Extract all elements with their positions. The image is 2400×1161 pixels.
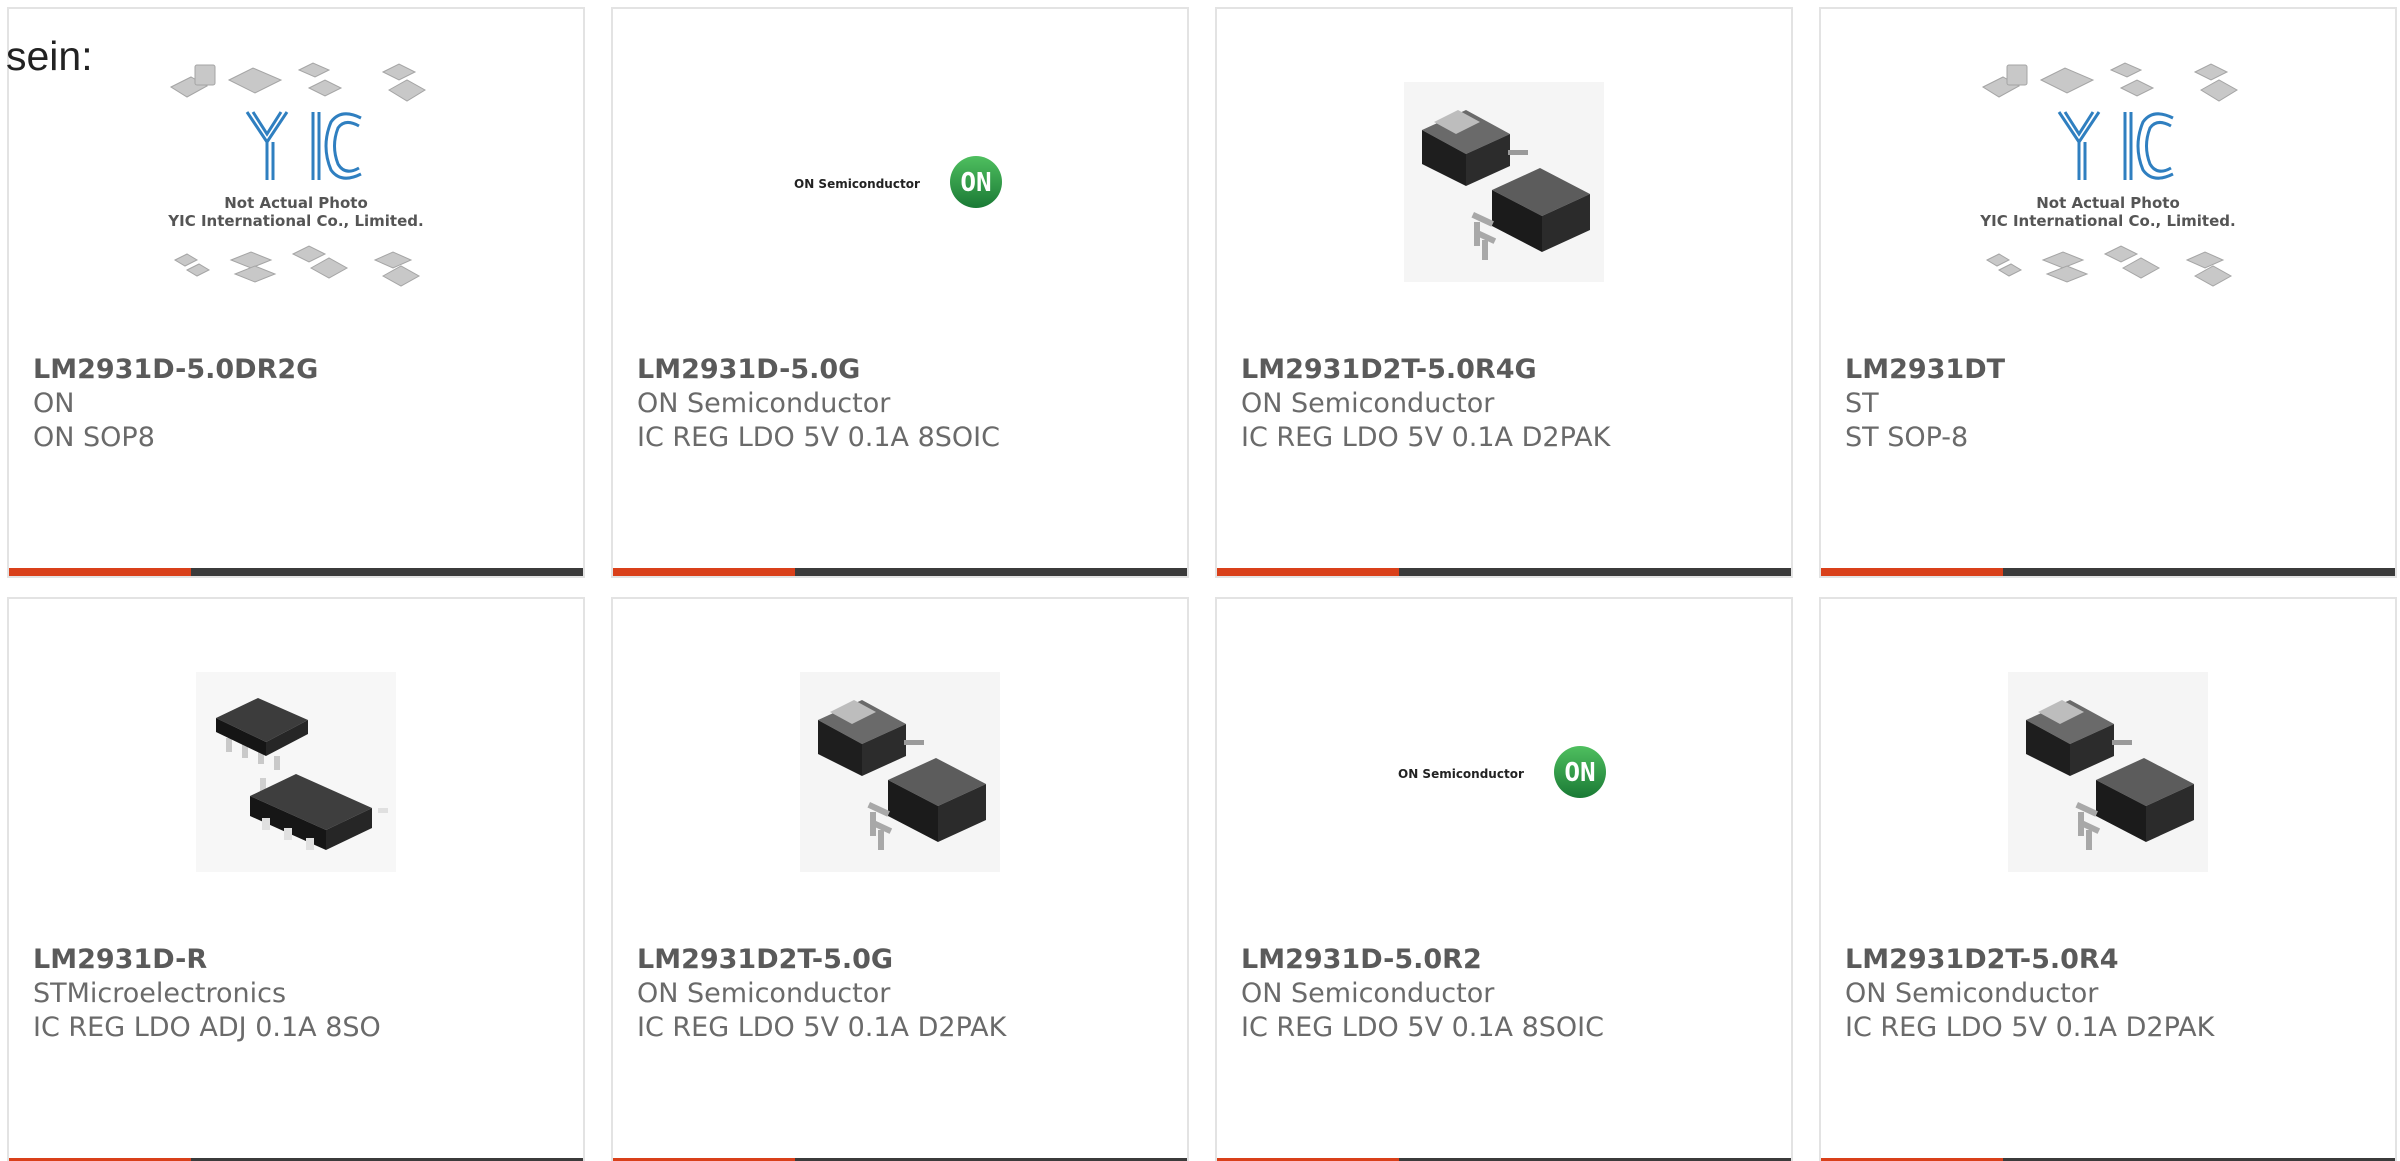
product-image bbox=[1821, 659, 2395, 885]
manufacturer: ON Semiconductor bbox=[637, 978, 891, 1009]
product-card-lm2931d2t-5-0g[interactable]: LM2931D2T-5.0G ON Semiconductor IC REG L… bbox=[611, 597, 1189, 1161]
svg-text:Not Actual Photo: Not Actual Photo bbox=[224, 194, 368, 212]
product-image bbox=[9, 659, 583, 885]
accent-bar bbox=[9, 568, 191, 576]
part-number[interactable]: LM2931D-5.0R2 bbox=[1241, 943, 1781, 977]
on-semiconductor-logo: ON Semiconductor ON bbox=[1398, 746, 1606, 798]
product-card-lm2931d-r[interactable]: LM2931D-R STMicroelectronics IC REG LDO … bbox=[7, 597, 585, 1161]
part-number[interactable]: LM2931D2T-5.0R4G bbox=[1241, 353, 1781, 387]
svg-text:ON Semiconductor: ON Semiconductor bbox=[794, 177, 920, 191]
manufacturer: ON Semiconductor bbox=[637, 388, 891, 419]
product-card-lm2931d-5-0r2[interactable]: ON Semiconductor ON LM2931D-5.0R2 ON Sem… bbox=[1215, 597, 1793, 1161]
description: IC REG LDO 5V 0.1A 8SOIC bbox=[1241, 1012, 1604, 1043]
description: IC REG LDO 5V 0.1A 8SOIC bbox=[637, 422, 1000, 453]
card-footer-bar bbox=[613, 568, 1187, 576]
product-card-lm2931d2t-5-0r4[interactable]: LM2931D2T-5.0R4 ON Semiconductor IC REG … bbox=[1819, 597, 2397, 1161]
part-number[interactable]: LM2931D2T-5.0G bbox=[637, 943, 1177, 977]
svg-text:ON Semiconductor: ON Semiconductor bbox=[1398, 767, 1524, 781]
product-image: ON Semiconductor ON bbox=[613, 69, 1187, 295]
product-card-lm2931d-5-0dr2g[interactable]: Not Actual Photo YIC International Co., … bbox=[7, 7, 585, 578]
product-card-lm2931d2t-5-0r4g[interactable]: LM2931D2T-5.0R4G ON Semiconductor IC REG… bbox=[1215, 7, 1793, 578]
svg-text:ON: ON bbox=[1564, 758, 1595, 788]
accent-bar bbox=[1217, 568, 1399, 576]
accent-bar bbox=[613, 568, 795, 576]
d2pak-chip-icon bbox=[2008, 672, 2208, 872]
manufacturer: ON Semiconductor bbox=[1845, 978, 2099, 1009]
description: IC REG LDO ADJ 0.1A 8SO bbox=[33, 1012, 381, 1043]
product-image: ON Semiconductor ON bbox=[1217, 659, 1791, 885]
part-number[interactable]: LM2931D-5.0DR2G bbox=[33, 353, 573, 387]
product-card-lm2931d-5-0g[interactable]: ON Semiconductor ON LM2931D-5.0G ON Semi… bbox=[611, 7, 1189, 578]
description: IC REG LDO 5V 0.1A D2PAK bbox=[637, 1012, 1007, 1043]
yic-placeholder-icon: Not Actual Photo YIC International Co., … bbox=[167, 62, 426, 287]
product-image: Not Actual Photo YIC International Co., … bbox=[1821, 62, 2395, 295]
part-number[interactable]: LM2931D2T-5.0R4 bbox=[1845, 943, 2385, 977]
card-footer-bar bbox=[1821, 568, 2395, 576]
page-heading: sein: bbox=[6, 33, 93, 79]
on-semiconductor-logo: ON Semiconductor ON bbox=[794, 156, 1002, 208]
description: IC REG LDO 5V 0.1A D2PAK bbox=[1845, 1012, 2215, 1043]
d2pak-chip-icon bbox=[800, 672, 1000, 872]
product-image bbox=[613, 659, 1187, 885]
d2pak-chip-icon bbox=[1404, 82, 1604, 282]
card-footer-bar bbox=[9, 568, 583, 576]
description: ST SOP-8 bbox=[1845, 422, 1969, 453]
product-card-lm2931dt[interactable]: Not Actual Photo YIC International Co., … bbox=[1819, 7, 2397, 578]
soic8-chip-icon bbox=[196, 672, 396, 872]
manufacturer: ON bbox=[33, 388, 75, 419]
manufacturer: STMicroelectronics bbox=[33, 978, 287, 1009]
svg-text:Not Actual Photo: Not Actual Photo bbox=[2036, 194, 2180, 212]
product-image: Not Actual Photo YIC International Co., … bbox=[9, 62, 583, 295]
part-number[interactable]: LM2931D-5.0G bbox=[637, 353, 1177, 387]
part-number[interactable]: LM2931D-R bbox=[33, 943, 573, 977]
part-number[interactable]: LM2931DT bbox=[1845, 353, 2385, 387]
svg-text:YIC International Co., Limited: YIC International Co., Limited. bbox=[1979, 212, 2235, 230]
manufacturer: ST bbox=[1845, 388, 1879, 419]
manufacturer: ON Semiconductor bbox=[1241, 388, 1495, 419]
accent-bar bbox=[1821, 568, 2003, 576]
manufacturer: ON Semiconductor bbox=[1241, 978, 1495, 1009]
yic-placeholder-icon: Not Actual Photo YIC International Co., … bbox=[1979, 62, 2238, 287]
product-image bbox=[1217, 69, 1791, 295]
svg-text:ON: ON bbox=[960, 168, 991, 198]
description: IC REG LDO 5V 0.1A D2PAK bbox=[1241, 422, 1611, 453]
svg-text:YIC International Co., Limited: YIC International Co., Limited. bbox=[167, 212, 423, 230]
description: ON SOP8 bbox=[33, 422, 155, 453]
card-footer-bar bbox=[1217, 568, 1791, 576]
